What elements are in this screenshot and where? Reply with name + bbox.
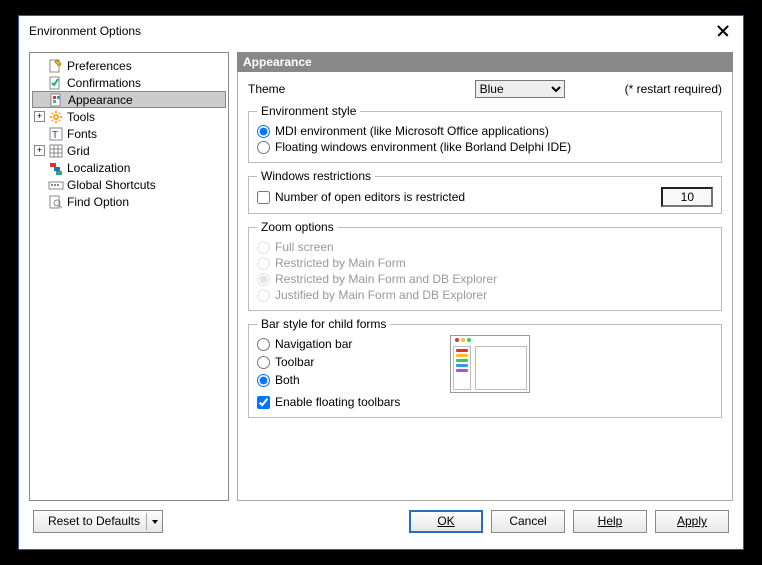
window-title: Environment Options [29, 24, 141, 38]
apply-button[interactable]: Apply [655, 510, 729, 533]
tree-label: Preferences [67, 59, 132, 73]
theme-row: Theme Blue (* restart required) [248, 80, 722, 98]
barstyle-group: Bar style for child forms Navigation bar… [248, 317, 722, 418]
expand-icon[interactable]: + [34, 145, 45, 156]
tree-label: Global Shortcuts [67, 178, 156, 192]
tree-item-global-shortcuts[interactable]: Global Shortcuts [30, 176, 228, 193]
tree-item-fonts[interactable]: T Fonts [30, 125, 228, 142]
radio-toolbar[interactable]: Toolbar [257, 355, 400, 369]
content-pane: Appearance Theme Blue (* restart require… [237, 52, 733, 501]
restrictions-group: Windows restrictions Number of open edit… [248, 169, 722, 214]
tree-label: Appearance [68, 93, 133, 107]
window: Environment Options Preferences Confirma… [18, 15, 744, 550]
tree-label: Find Option [67, 195, 129, 209]
restart-note: (* restart required) [625, 82, 722, 96]
tree-item-find-option[interactable]: Find Option [30, 193, 228, 210]
page-pencil-icon [48, 58, 64, 74]
radio-justified: Justified by Main Form and DB Explorer [257, 288, 713, 302]
env-style-legend: Environment style [257, 104, 360, 118]
page-check-icon [48, 75, 64, 91]
radio-by-main-db: Restricted by Main Form and DB Explorer [257, 272, 713, 286]
radio-both[interactable]: Both [257, 373, 400, 387]
close-icon[interactable] [713, 21, 733, 41]
radio-by-main: Restricted by Main Form [257, 256, 713, 270]
zoom-legend: Zoom options [257, 220, 338, 234]
flags-icon [48, 160, 64, 176]
tree-label: Confirmations [67, 76, 141, 90]
page-body: Theme Blue (* restart required) Environm… [237, 72, 733, 501]
radio-floating[interactable]: Floating windows environment (like Borla… [257, 140, 713, 154]
titlebar: Environment Options [19, 16, 743, 46]
theme-label: Theme [248, 82, 308, 96]
restrictions-legend: Windows restrictions [257, 169, 375, 183]
check-num-editors[interactable]: Number of open editors is restricted [257, 190, 465, 204]
tree-item-grid[interactable]: + Grid [30, 142, 228, 159]
tree-item-preferences[interactable]: Preferences [30, 57, 228, 74]
find-icon [48, 194, 64, 210]
keyboard-icon [48, 177, 64, 193]
ok-button[interactable]: OK [409, 510, 483, 533]
env-style-group: Environment style MDI environment (like … [248, 104, 722, 163]
theme-select[interactable]: Blue [475, 80, 565, 98]
font-t-icon: T [48, 126, 64, 142]
help-button[interactable]: Help [573, 510, 647, 533]
tree-label: Localization [67, 161, 130, 175]
nav-tree[interactable]: Preferences Confirmations Appearance + T… [29, 52, 229, 501]
tree-item-localization[interactable]: Localization [30, 159, 228, 176]
tree-label: Grid [67, 144, 90, 158]
grid-icon [48, 143, 64, 159]
page-colors-icon [49, 92, 65, 108]
tree-label: Fonts [67, 127, 97, 141]
check-floating-toolbars[interactable]: Enable floating toolbars [257, 395, 400, 409]
body: Preferences Confirmations Appearance + T… [19, 46, 743, 501]
tree-label: Tools [67, 110, 95, 124]
zoom-group: Zoom options Full screen Restricted by M… [248, 220, 722, 311]
svg-text:T: T [52, 130, 58, 141]
tree-item-tools[interactable]: + Tools [30, 108, 228, 125]
tree-item-appearance[interactable]: Appearance [32, 91, 226, 108]
expand-icon[interactable]: + [34, 111, 45, 122]
page-title: Appearance [237, 52, 733, 72]
barstyle-preview [450, 335, 530, 393]
tree-item-confirmations[interactable]: Confirmations [30, 74, 228, 91]
footer: Reset to Defaults OK Cancel Help Apply [19, 501, 743, 541]
radio-full-screen: Full screen [257, 240, 713, 254]
radio-mdi[interactable]: MDI environment (like Microsoft Office a… [257, 124, 713, 138]
barstyle-legend: Bar style for child forms [257, 317, 390, 331]
num-editors-input[interactable] [661, 187, 713, 207]
reset-button[interactable]: Reset to Defaults [33, 510, 163, 533]
gear-icon [48, 109, 64, 125]
radio-nav-bar[interactable]: Navigation bar [257, 337, 400, 351]
cancel-button[interactable]: Cancel [491, 510, 565, 533]
